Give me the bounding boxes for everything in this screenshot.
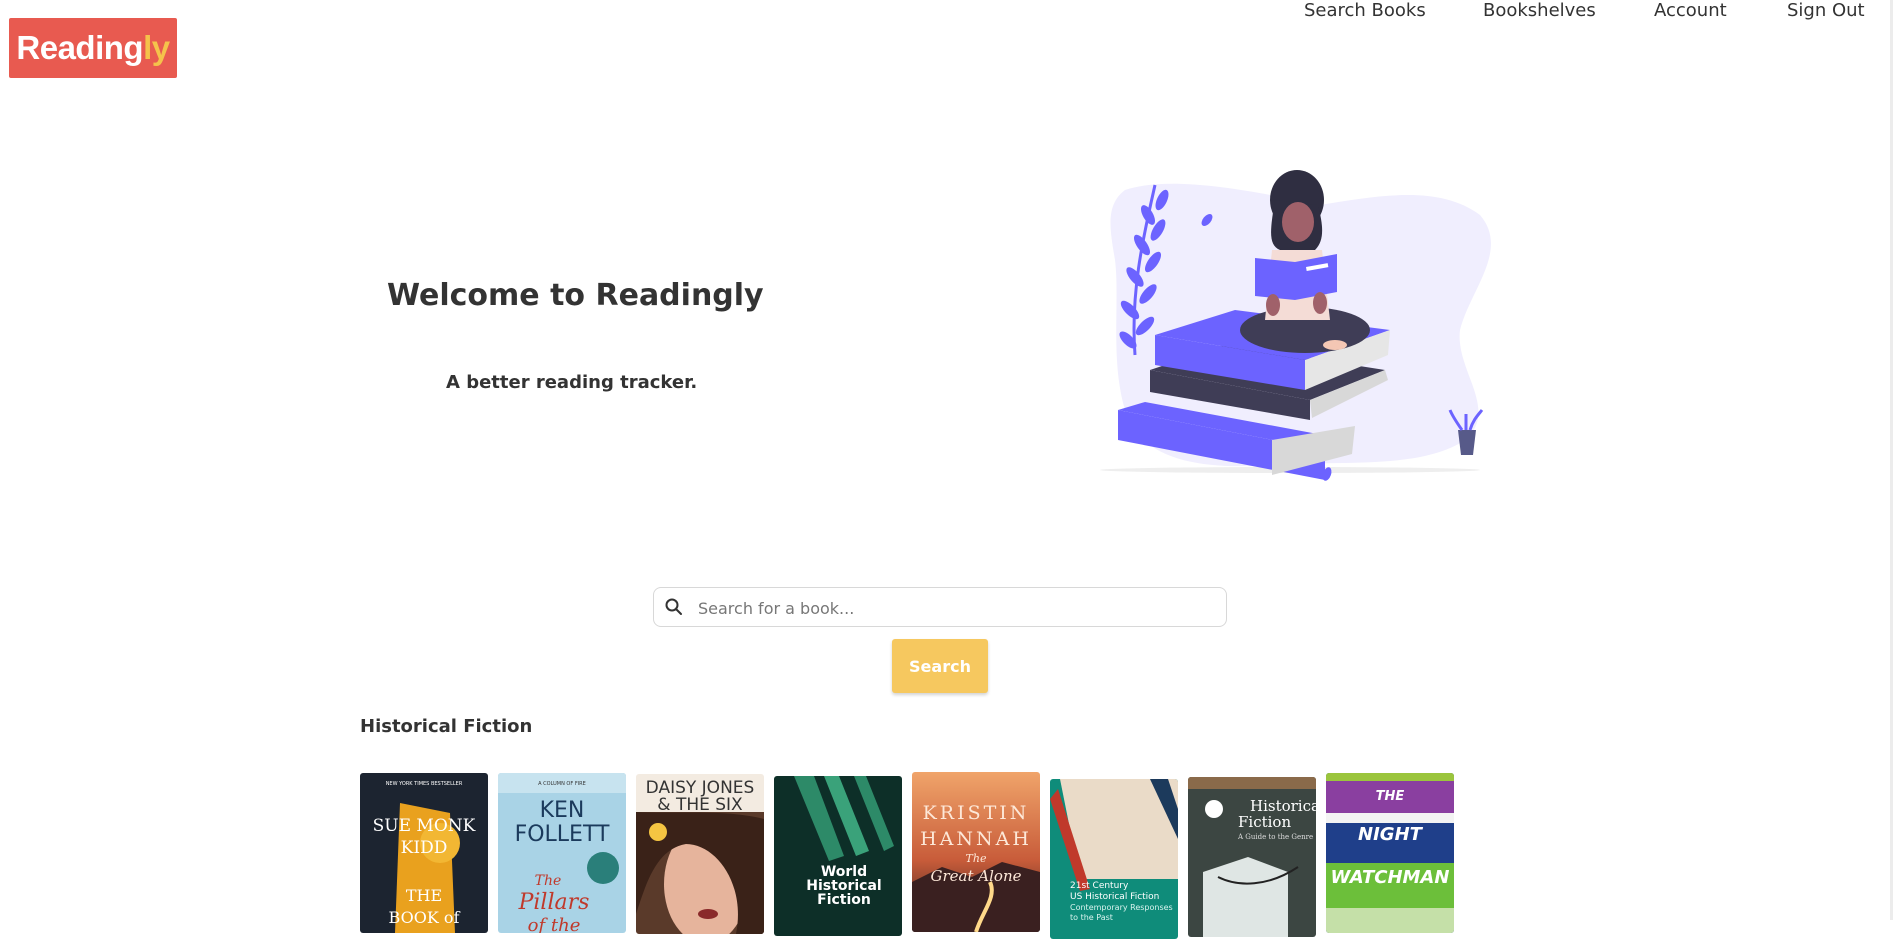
logo-text-main: Reading [16, 29, 144, 66]
book-5-line-3: The [966, 852, 987, 865]
book-1-line-1: NEW YORK TIMES BESTSELLER [386, 781, 463, 787]
book-cover[interactable]: KRISTIN HANNAH The Great Alone [912, 772, 1040, 932]
book-1-line-4: THE [406, 886, 442, 905]
book-6-line-3: Contemporary Responses [1070, 903, 1173, 912]
search-button[interactable]: Search [892, 639, 988, 693]
magnifier-icon [665, 598, 682, 615]
hero-subtitle: A better reading tracker. [446, 372, 698, 393]
book-2-line-4: The [535, 873, 562, 889]
book-1-line-2: SUE MONK [373, 816, 476, 836]
book-2-line-5: Pillars [518, 890, 590, 915]
search-input[interactable] [696, 592, 1210, 624]
reading-woman-illustration [1100, 170, 1491, 481]
book-8-line-3: WATCHMAN [1331, 867, 1450, 888]
nav-bookshelves[interactable]: Bookshelves [1483, 0, 1596, 21]
nav-search-books[interactable]: Search Books [1304, 0, 1426, 21]
book-4-line-3: Fiction [817, 892, 871, 908]
book-2-line-6: of the [528, 915, 581, 933]
readingly-logo[interactable]: Reading ly [9, 18, 177, 78]
book-1-line-5: BOOK of [389, 908, 461, 927]
logo-text-accent: ly [143, 29, 170, 66]
book-cover[interactable]: A COLUMN OF FIRE KEN FOLLETT The Pillars… [498, 773, 626, 933]
book-cover[interactable]: NEW YORK TIMES BESTSELLER SUE MONK KIDD … [360, 773, 488, 933]
book-cover[interactable]: DAISY JONES & THE SIX [636, 774, 764, 934]
book-6-line-2: US Historical Fiction [1070, 892, 1159, 902]
nav-sign-out[interactable]: Sign Out [1787, 0, 1865, 21]
book-cover[interactable]: Historical Fiction A Guide to the Genre [1188, 777, 1316, 937]
book-1-line-3: KIDD [401, 838, 448, 858]
book-cover[interactable]: THE NIGHT WATCHMAN [1326, 773, 1454, 933]
book-5-line-1: KRISTIN [923, 802, 1030, 824]
book-7-line-2: Fiction [1238, 813, 1291, 831]
search-box[interactable] [653, 587, 1227, 627]
book-8-line-2: NIGHT [1358, 824, 1424, 845]
book-3-line-2: & THE SIX [657, 795, 743, 815]
book-6-line-1: 21st Century [1070, 881, 1129, 891]
book-5-line-4: Great Alone [931, 867, 1022, 885]
book-cover[interactable]: World Historical Fiction [774, 776, 902, 936]
book-cover[interactable]: 21st Century US Historical Fiction Conte… [1050, 779, 1178, 939]
book-carousel: NEW YORK TIMES BESTSELLER SUE MONK KIDD … [360, 772, 1460, 939]
hero-title: Welcome to Readingly [387, 278, 764, 313]
book-2-line-3: FOLLETT [515, 822, 610, 847]
book-7-line-3: A Guide to the Genre [1237, 833, 1313, 841]
book-5-line-2: HANNAH [920, 828, 1032, 850]
nav-account[interactable]: Account [1654, 0, 1727, 21]
section-title-historical-fiction: Historical Fiction [360, 716, 533, 737]
book-8-line-1: THE [1376, 789, 1405, 804]
book-2-line-1: A COLUMN OF FIRE [538, 781, 586, 787]
book-2-line-2: KEN [540, 798, 585, 823]
book-6-line-4: to the Past [1070, 913, 1113, 922]
